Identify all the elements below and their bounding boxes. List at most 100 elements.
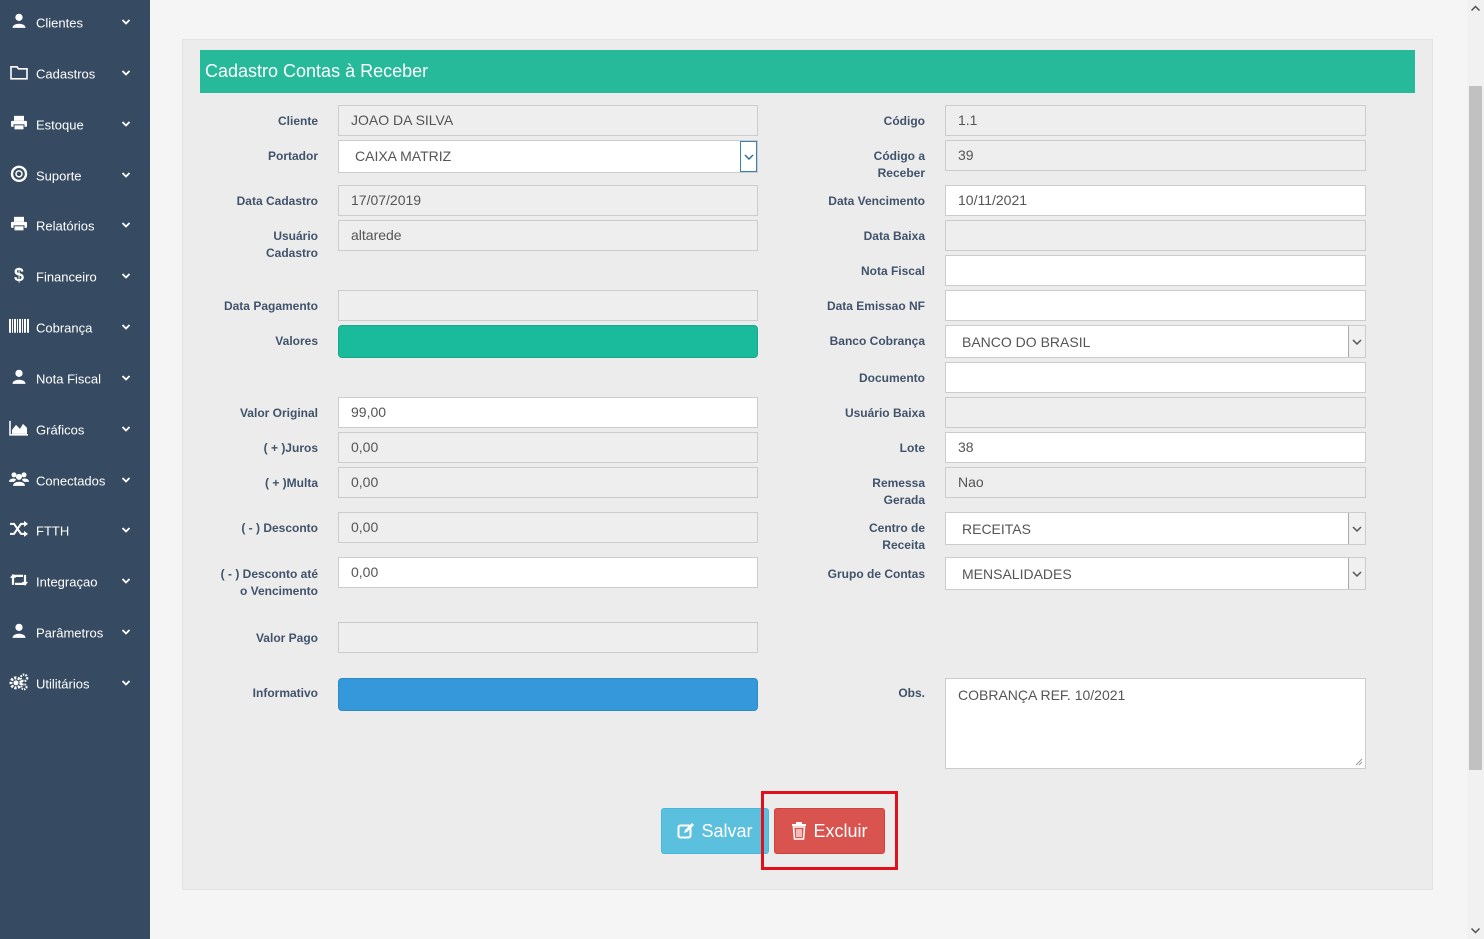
sidebar-item-clientes[interactable]: Clientes <box>0 3 150 43</box>
centro-receita-value: RECEITAS <box>962 521 1031 537</box>
chevron-down-icon[interactable] <box>1348 558 1365 589</box>
sidebar-item-label: Integraçao <box>36 574 98 590</box>
sidebar-item-label: Relatórios <box>36 218 95 234</box>
valor-pago-field[interactable] <box>338 622 758 653</box>
lifebuoy-icon <box>9 165 29 183</box>
desconto-vencimento-label: ( - ) Desconto até o Vencimento <box>220 567 318 598</box>
usuario-baixa-label: Usuário Baixa <box>844 406 925 420</box>
valor-original-field[interactable]: 99,00 <box>338 397 758 428</box>
data-vencimento-field[interactable]: 10/11/2021 <box>945 185 1366 216</box>
data-baixa-field[interactable] <box>945 220 1366 251</box>
data-emissao-nf-field[interactable] <box>945 290 1366 321</box>
grupo-contas-select[interactable]: MENSALIDADES <box>945 557 1366 590</box>
sidebar-item-cadastros[interactable]: Cadastros <box>0 54 150 94</box>
chevron-down-icon[interactable] <box>1348 326 1365 357</box>
data-pagamento-field[interactable] <box>338 290 758 321</box>
chevron-down-icon <box>121 121 131 127</box>
sidebar-item-integracao[interactable]: Integraçao <box>0 562 150 602</box>
data-vencimento-label: Data Vencimento <box>828 194 925 208</box>
sidebar-item-suporte[interactable]: Suporte <box>0 156 150 196</box>
chevron-down-icon[interactable] <box>740 141 757 172</box>
save-button-label: Salvar <box>701 820 753 841</box>
obs-textarea[interactable]: COBRANÇA REF. 10/2021 <box>945 678 1366 769</box>
documento-field[interactable] <box>945 362 1366 393</box>
lote-field[interactable]: 38 <box>945 432 1366 463</box>
informativo-bar <box>338 678 758 711</box>
chevron-down-icon <box>121 172 131 178</box>
save-button[interactable]: Salvar <box>661 808 769 854</box>
sidebar-item-label: Cadastros <box>36 66 96 82</box>
sidebar-item-graficos[interactable]: Gráficos <box>0 410 150 450</box>
page-scrollbar[interactable] <box>1467 0 1484 939</box>
chevron-down-icon <box>121 680 131 686</box>
sidebar-item-utilitarios[interactable]: Utilitários <box>0 664 150 704</box>
obs-label: Obs. <box>898 686 925 700</box>
folder-icon <box>9 63 29 81</box>
sidebar-item-ftth[interactable]: FTTH <box>0 511 150 551</box>
valor-pago-label: Valor Pago <box>255 631 318 645</box>
valor-original-label: Valor Original <box>239 406 318 420</box>
page-title: Cadastro Contas à Receber <box>205 61 429 81</box>
chevron-down-icon <box>121 629 131 635</box>
usuario-cadastro-field[interactable]: altarede <box>338 220 758 251</box>
cogs-icon <box>9 673 29 691</box>
obs-value: COBRANÇA REF. 10/2021 <box>958 687 1126 703</box>
banco-cobranca-select[interactable]: BANCO DO BRASIL <box>945 325 1366 358</box>
multa-field[interactable]: 0,00 <box>338 467 758 498</box>
sidebar-item-cobranca[interactable]: Cobrança <box>0 308 150 348</box>
scroll-down-arrow-icon[interactable] <box>1467 922 1484 939</box>
codigo-receber-field[interactable]: 39 <box>945 140 1366 171</box>
user-icon <box>9 368 29 386</box>
multa-label: ( + )Multa <box>265 476 318 490</box>
codigo-field[interactable]: 1.1 <box>945 105 1366 136</box>
centro-receita-select[interactable]: RECEITAS <box>945 512 1366 545</box>
cliente-field[interactable]: JOAO DA SILVA <box>338 105 758 136</box>
retweet-icon <box>9 571 29 589</box>
sidebar-item-label: Estoque <box>36 117 84 133</box>
usuario-baixa-field[interactable] <box>945 397 1366 428</box>
desconto-vencimento-field[interactable]: 0,00 <box>338 557 758 588</box>
users-icon <box>9 470 29 488</box>
data-cadastro-field[interactable]: 17/07/2019 <box>338 185 758 216</box>
sidebar-item-relatorios[interactable]: Relatórios <box>0 206 150 246</box>
juros-field[interactable]: 0,00 <box>338 432 758 463</box>
sidebar-item-financeiro[interactable]: $ Financeiro <box>0 257 150 297</box>
sidebar-item-parametros[interactable]: Parâmetros <box>0 613 150 653</box>
desconto-field[interactable]: 0,00 <box>338 512 758 543</box>
chevron-down-icon <box>121 19 131 25</box>
data-cadastro-label: Data Cadastro <box>236 194 318 208</box>
sidebar-item-label: Parâmetros <box>36 625 104 641</box>
data-baixa-label: Data Baixa <box>863 229 925 243</box>
sidebar-item-label: Financeiro <box>36 269 97 285</box>
usuario-cadastro-label: Usuário Cadastro <box>265 229 318 260</box>
chevron-down-icon <box>121 527 131 533</box>
sidebar-item-label: Nota Fiscal <box>36 371 102 387</box>
sidebar-item-nota-fiscal[interactable]: Nota Fiscal <box>0 359 150 399</box>
sidebar-item-label: Gráficos <box>36 422 85 438</box>
barcode-icon <box>9 317 29 335</box>
sidebar-item-conectados[interactable]: Conectados <box>0 461 150 501</box>
highlight-box <box>761 791 898 870</box>
nota-fiscal-field[interactable] <box>945 255 1366 286</box>
scrollbar-thumb[interactable] <box>1469 86 1482 770</box>
chevron-down-icon[interactable] <box>1348 513 1365 544</box>
scroll-up-arrow-icon[interactable] <box>1467 0 1484 17</box>
centro-receita-label: Centro de Receita <box>868 521 925 552</box>
remessa-gerada-field[interactable]: Nao <box>945 467 1366 498</box>
chevron-down-icon <box>121 70 131 76</box>
chevron-down-icon <box>121 375 131 381</box>
resize-handle-icon[interactable] <box>1354 757 1363 766</box>
juros-label: ( + )Juros <box>263 441 318 455</box>
printer-icon <box>9 215 29 233</box>
remessa-gerada-label: Remessa Gerada <box>872 476 925 507</box>
user-icon <box>9 622 29 640</box>
sidebar-item-label: Utilitários <box>36 676 90 692</box>
valores-label: Valores <box>275 334 318 348</box>
portador-label: Portador <box>267 149 318 163</box>
sidebar-item-estoque[interactable]: Estoque <box>0 105 150 145</box>
data-emissao-nf-label: Data Emissao NF <box>826 299 925 313</box>
sidebar-item-label: Suporte <box>36 168 82 184</box>
sidebar-item-label: FTTH <box>36 523 70 539</box>
portador-select[interactable]: CAIXA MATRIZ <box>338 140 758 173</box>
chevron-down-icon <box>121 578 131 584</box>
